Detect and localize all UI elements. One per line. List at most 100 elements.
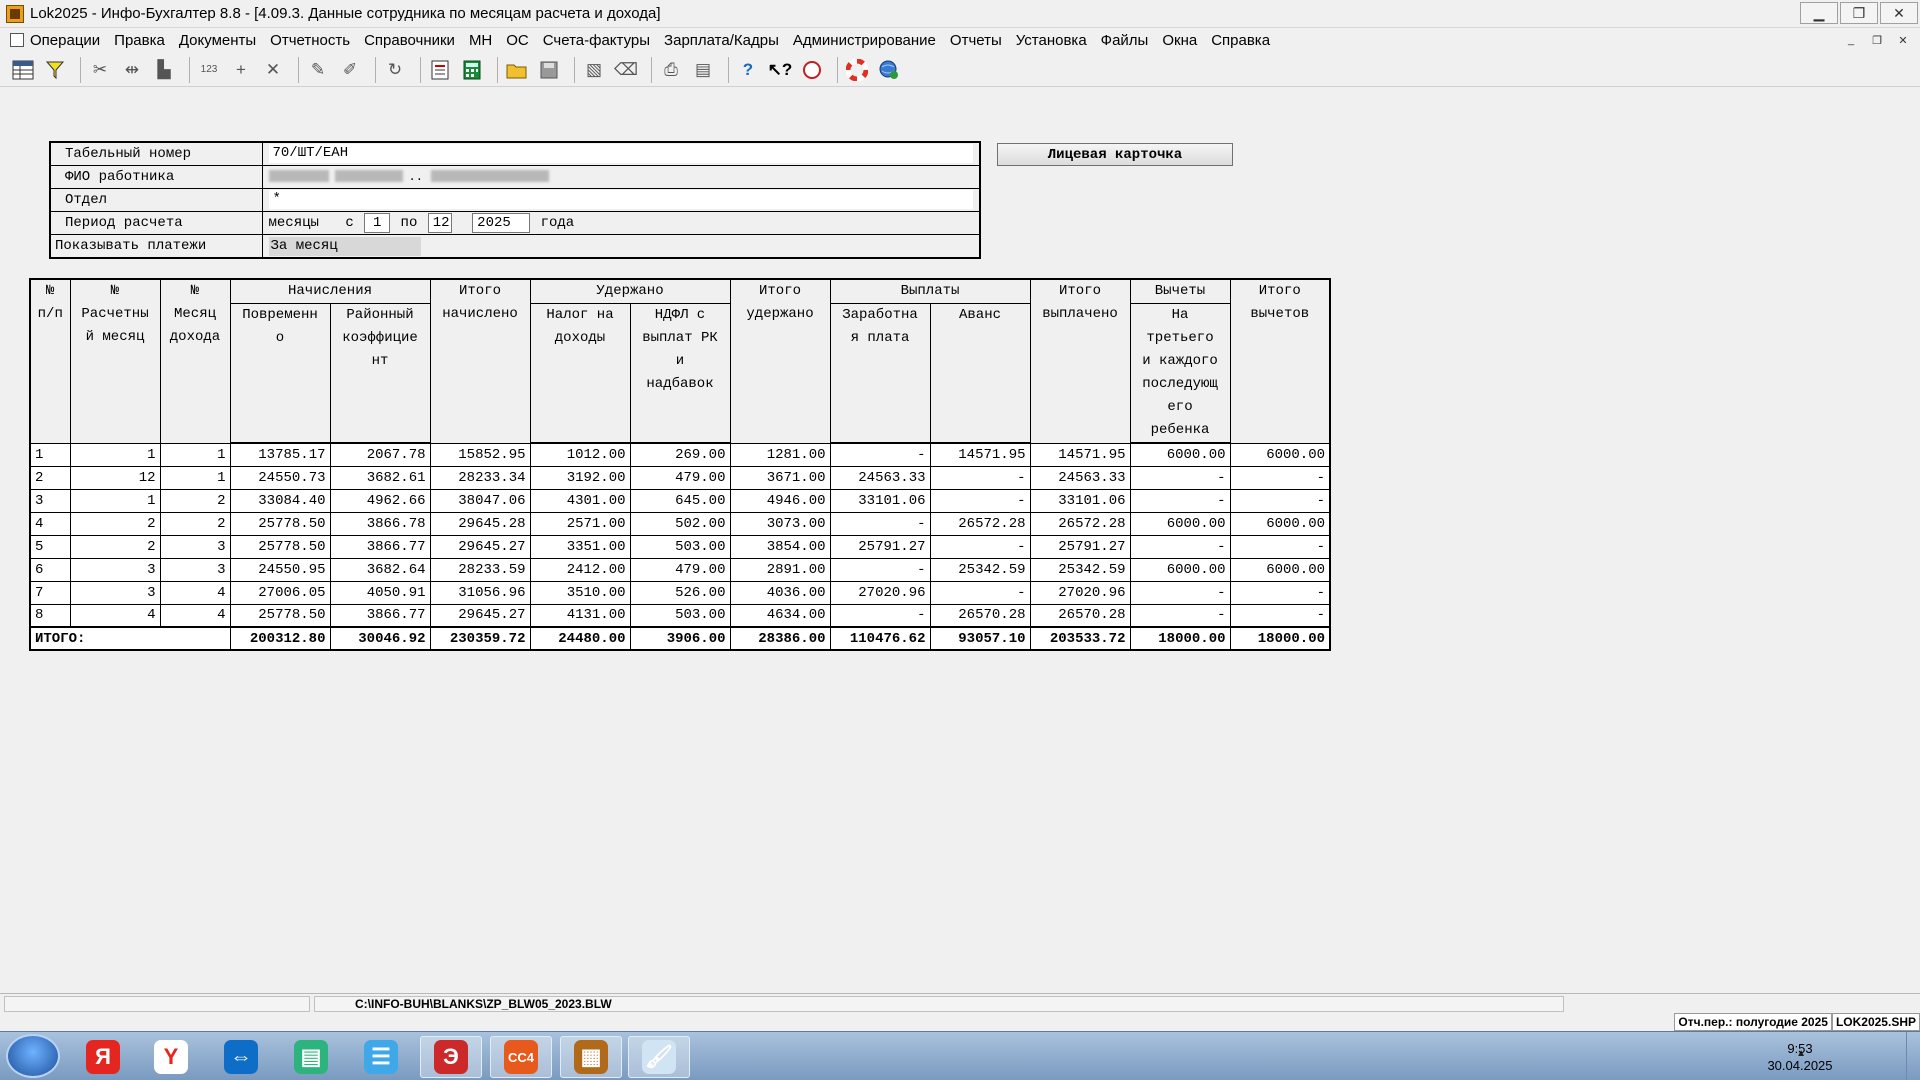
abacus-icon: ▦: [574, 1040, 608, 1074]
group-accruals: Начисления: [229, 278, 431, 304]
taskbar-app[interactable]: ⇔: [210, 1036, 272, 1078]
minimize-button[interactable]: ▁: [1800, 2, 1838, 24]
table-row[interactable]: 5 2 3 25778.50 3866.77 29645.27 3351.00 503.00 3…: [29, 534, 1331, 559]
table-cell: 3866.77: [329, 603, 431, 628]
table-cell: 3: [159, 557, 231, 582]
page-setup-icon[interactable]: ▤: [690, 57, 716, 83]
personal-card-button[interactable]: Лицевая карточка: [997, 143, 1233, 166]
col-calc-month: № Расчетны й месяц: [69, 278, 161, 444]
help-icon[interactable]: ?: [735, 57, 761, 83]
numbering-icon[interactable]: 123: [196, 57, 222, 83]
clock[interactable]: 9:53 30.04.2025: [1740, 1040, 1860, 1074]
move-icon[interactable]: ⇹: [119, 57, 145, 83]
menu-invoices[interactable]: Счета-фактуры: [543, 32, 650, 49]
context-help-icon[interactable]: ↖?: [767, 57, 793, 83]
menu-documents[interactable]: Документы: [179, 32, 256, 49]
filter-icon[interactable]: [42, 57, 68, 83]
total-cell: 110476.62: [829, 626, 931, 651]
table-cell: 6000.00: [1129, 442, 1231, 467]
menu-os[interactable]: ОС: [506, 32, 529, 49]
table-row[interactable]: 6 3 3 24550.95 3682.64 28233.59 2412.00 479.00 2…: [29, 557, 1331, 582]
open-folder-icon[interactable]: [504, 57, 530, 83]
menu-edit[interactable]: Правка: [114, 32, 165, 49]
taskbar-app[interactable]: ☰: [350, 1036, 412, 1078]
period-year-field[interactable]: 2025: [472, 213, 531, 234]
col-time-based: Повременн о: [229, 303, 331, 444]
redacted-name: [430, 170, 549, 183]
menu-administration[interactable]: Администрирование: [793, 32, 936, 49]
taskbar-app[interactable]: Я: [72, 1036, 134, 1078]
report-icon[interactable]: [427, 57, 453, 83]
table-row[interactable]: 3 1 2 33084.40 4962.66 38047.06 4301.00 645.00 4…: [29, 488, 1331, 513]
department-label: Отдел: [49, 187, 263, 213]
mdi-close-button[interactable]: ✕: [1892, 31, 1914, 49]
table-cell: 26570.28: [929, 603, 1031, 628]
close-button[interactable]: ✕: [1880, 2, 1918, 24]
save-icon[interactable]: [536, 57, 562, 83]
mark-icon[interactable]: ✎: [305, 57, 331, 83]
taskbar-app[interactable]: 🖌: [628, 1036, 690, 1078]
menu-reports[interactable]: Отчеты: [950, 32, 1002, 49]
period-year-label: года: [540, 215, 575, 232]
tab-number-field[interactable]: 70/ШТ/ЕАН: [268, 144, 973, 164]
table-cell: 3510.00: [529, 580, 631, 605]
cut-icon[interactable]: ✂: [87, 57, 113, 83]
menu-operations[interactable]: Операции: [30, 32, 100, 49]
table-row[interactable]: 8 4 4 25778.50 3866.77 29645.27 4131.00 503.00 4…: [29, 603, 1331, 628]
menu-files[interactable]: Файлы: [1101, 32, 1149, 49]
menu-mn[interactable]: МН: [469, 32, 492, 49]
refresh-icon[interactable]: ↻: [382, 57, 408, 83]
table-row[interactable]: 4 2 2 25778.50 3866.78 29645.28 2571.00 502.00 3…: [29, 511, 1331, 536]
taskbar-app[interactable]: ▤: [280, 1036, 342, 1078]
maximize-button[interactable]: ❐: [1840, 2, 1878, 24]
taskbar-app[interactable]: CC4: [490, 1036, 552, 1078]
table-cell: 4962.66: [329, 488, 431, 513]
period-to-field[interactable]: 12: [427, 213, 452, 234]
table-cell: 25342.59: [1029, 557, 1131, 582]
table-row[interactable]: 2 12 1 24550.73 3682.61 28233.34 3192.00 479.00…: [29, 465, 1331, 490]
menu-payroll[interactable]: Зарплата/Кадры: [664, 32, 779, 49]
menu-help[interactable]: Справка: [1211, 32, 1270, 49]
preview-icon[interactable]: ▧: [581, 57, 607, 83]
department-field[interactable]: *: [268, 190, 973, 210]
mdi-restore-button[interactable]: ❐: [1866, 31, 1888, 49]
delete-icon[interactable]: ✕: [260, 57, 286, 83]
print-icon[interactable]: ⎙: [658, 57, 684, 83]
erase-icon[interactable]: ⌫: [613, 57, 639, 83]
calculator-icon[interactable]: [459, 57, 485, 83]
table-cell: 479.00: [629, 465, 731, 490]
taskbar-app[interactable]: ▦: [560, 1036, 622, 1078]
table-row[interactable]: 7 3 4 27006.05 4050.91 31056.96 3510.00 526.00 4…: [29, 580, 1331, 605]
taskbar-app[interactable]: Y: [140, 1036, 202, 1078]
period-from-field[interactable]: 1: [364, 213, 391, 234]
add-icon[interactable]: +: [228, 57, 254, 83]
unmark-icon[interactable]: ✐: [337, 57, 363, 83]
document-icon[interactable]: [10, 33, 24, 47]
employee-name-field[interactable]: ..: [261, 164, 981, 189]
clock-time: 9:53: [1787, 1041, 1813, 1056]
mdi-minimize-button[interactable]: _: [1840, 31, 1862, 49]
taskbar-app[interactable]: Э: [420, 1036, 482, 1078]
start-button[interactable]: [6, 1034, 60, 1078]
compass-icon[interactable]: [799, 57, 825, 83]
menu-setup[interactable]: Установка: [1016, 32, 1087, 49]
table-cell: 1: [29, 442, 71, 467]
table-cell: 33084.40: [229, 488, 331, 513]
menu-windows[interactable]: Окна: [1162, 32, 1197, 49]
payments-select[interactable]: За месяц: [268, 236, 421, 256]
menu-reporting[interactable]: Отчетность: [270, 32, 350, 49]
report-period: Отч.пер.: полугодие 2025: [1674, 1013, 1832, 1031]
table-cell: 3671.00: [729, 465, 831, 490]
table-row[interactable]: 1 1 1 13785.17 2067.78 15852.95 1012.00 269.00 1…: [29, 442, 1331, 467]
web-icon[interactable]: [876, 57, 902, 83]
menu-directories[interactable]: Справочники: [364, 32, 455, 49]
lifebuoy-icon[interactable]: [844, 57, 870, 83]
payments-label: Показывать платежи: [49, 234, 263, 259]
period-label: Период расчета: [49, 211, 263, 236]
paste-icon[interactable]: ▙: [151, 57, 177, 83]
table-cell: 14571.95: [929, 442, 1031, 467]
grid-icon[interactable]: [10, 57, 36, 83]
toolbar-separator: [728, 56, 729, 83]
table-cell: 26572.28: [929, 511, 1031, 536]
show-desktop-button[interactable]: [1906, 1032, 1920, 1080]
